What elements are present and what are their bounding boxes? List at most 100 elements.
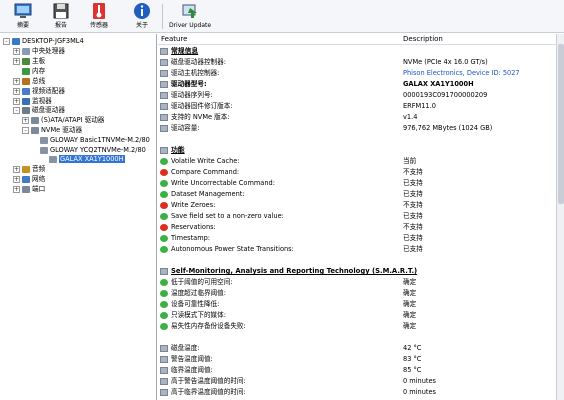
property-icon (160, 356, 168, 363)
feature-label: Timestamp: (171, 234, 211, 242)
tree-node-label: GLOWAY Basic1TNVMe-M.2/80 (50, 136, 150, 144)
tree-node[interactable]: + 总线 (13, 76, 45, 86)
feature-label: 高于警告温度阈值的时间: (171, 377, 246, 385)
section-header[interactable]: Self-Monitoring, Analysis and Reporting … (158, 266, 556, 277)
section-icon (160, 147, 168, 154)
detail-row[interactable]: Write Zeroes: 不支持 (158, 200, 556, 211)
detail-row[interactable]: Reservations: 不支持 (158, 222, 556, 233)
tree-node[interactable]: + 端口 (13, 184, 45, 194)
feature-label: Write Uncorrectable Command: (171, 179, 275, 187)
feature-label: 只读模式下的媒体: (171, 311, 226, 319)
cross-icon (160, 202, 168, 209)
tree-node[interactable]: + 音频 (13, 164, 45, 174)
detail-row[interactable]: 临界温度阈值: 85 °C (158, 365, 556, 376)
tree-node[interactable]: - NVMe 驱动器 (22, 125, 82, 135)
detail-row[interactable]: Volatile Write Cache: 当前 (158, 156, 556, 167)
feature-value: 确定 (403, 289, 417, 297)
feature-label: 驱动器型号: (171, 80, 207, 88)
detail-row[interactable]: 设备可靠性降低: 确定 (158, 299, 556, 310)
expander-icon[interactable]: + (13, 185, 20, 193)
expander-icon[interactable]: + (13, 57, 20, 65)
device-icon (31, 126, 39, 134)
detail-row[interactable]: 只读模式下的媒体: 确定 (158, 310, 556, 321)
tree-node-label: 监视器 (32, 97, 52, 105)
toolbar-button-2[interactable]: 传感器 (82, 1, 116, 32)
tree-node[interactable]: + (S)ATA/ATAPI 驱动器 (22, 115, 104, 125)
detail-row[interactable]: 驱动容量: 976,762 MBytes (1024 GB) (158, 123, 556, 134)
toolbar-button-label: 摘要 (16, 22, 29, 29)
property-icon (160, 345, 168, 352)
detail-row[interactable]: 温度超过临界阈值: 确定 (158, 288, 556, 299)
toolbar-button-label: 传感器 (89, 22, 108, 29)
detail-row[interactable]: 高于临界温度阈值的时间: 0 minutes (158, 387, 556, 398)
detail-row[interactable]: 磁盘驱动器控制器: NVMe (PCIe 4x 16.0 GT/s) (158, 57, 556, 68)
detail-row[interactable]: 易失性内存备份设备失败: 确定 (158, 321, 556, 332)
feature-value: 已支持 (403, 234, 423, 242)
feature-value: ERFM11.0 (403, 102, 436, 110)
toolbar-button-0[interactable]: 摘要 (6, 1, 40, 32)
check-icon (160, 246, 168, 253)
tree-node[interactable]: + 中央处理器 (13, 46, 65, 56)
detail-row[interactable]: 驱动器序列号: 0000193C091700000209 (158, 90, 556, 101)
tree-node[interactable]: - DESKTOP-JGF3ML4 (3, 36, 84, 46)
detail-row[interactable]: 磁盘温度: 42 °C (158, 343, 556, 354)
device-tree[interactable]: - DESKTOP-JGF3ML4 + 中央处理器 + 主板 内存 + 总线 + 视频适配器 + 监视器… (0, 34, 157, 400)
detail-row[interactable]: Dataset Management: 已支持 (158, 189, 556, 200)
expander-icon[interactable]: + (13, 165, 20, 173)
expander-icon[interactable]: - (13, 106, 20, 114)
tree-node-label: 端口 (32, 185, 46, 193)
tree-node-label: NVMe 驱动器 (41, 126, 83, 134)
cross-icon (160, 224, 168, 231)
detail-row[interactable]: Autonomous Power State Transitions: 已支持 (158, 244, 556, 255)
expander-icon[interactable]: + (13, 47, 20, 55)
expander-icon[interactable]: + (13, 175, 20, 183)
detail-row[interactable]: 驱动器型号: GALAX XA1Y1000H (158, 79, 556, 90)
feature-value: 确定 (403, 278, 417, 286)
section-header[interactable]: 功能 (158, 145, 556, 156)
tree-node[interactable]: + 网络 (13, 174, 45, 184)
toolbar-button-1[interactable]: 报告 (44, 1, 78, 32)
tree-node[interactable]: - 磁盘驱动器 (13, 105, 65, 115)
detail-row[interactable]: Timestamp: 已支持 (158, 233, 556, 244)
vertical-scrollbar[interactable] (556, 34, 564, 400)
detail-row[interactable]: 高于警告温度阈值的时间: 0 minutes (158, 376, 556, 387)
detail-row[interactable]: Write Uncorrectable Command: 已支持 (158, 178, 556, 189)
feature-label: 功能 (171, 146, 185, 154)
detail-row[interactable]: Save field set to a non-zero value: 已支持 (158, 211, 556, 222)
detail-row[interactable]: 驱动主机控制器: Phison Electronics, Device ID: 5… (158, 68, 556, 79)
section-header[interactable]: 常规信息 (158, 46, 556, 57)
tree-node[interactable]: + 视频适配器 (13, 86, 65, 96)
toolbar-button-4[interactable]: Driver Update (168, 1, 212, 32)
tree-node[interactable]: 内存 (13, 66, 45, 76)
check-icon (160, 235, 168, 242)
scrollbar-thumb[interactable] (558, 44, 564, 204)
column-header-feature[interactable]: Feature (161, 35, 187, 43)
expander-icon[interactable]: + (13, 77, 20, 85)
tree-node-label: DESKTOP-JGF3ML4 (22, 37, 84, 45)
expander-icon[interactable]: + (13, 87, 20, 95)
feature-label: Reservations: (171, 223, 216, 231)
tree-node[interactable]: GALAX XA1Y1000H (40, 154, 125, 164)
check-icon (160, 312, 168, 319)
detail-row[interactable]: 警告温度阈值: 83 °C (158, 354, 556, 365)
feature-label: Save field set to a non-zero value: (171, 212, 284, 220)
detail-row[interactable]: 驱动器固件修订版本: ERFM11.0 (158, 101, 556, 112)
feature-label: 高于临界温度阈值的时间: (171, 388, 246, 396)
feature-label: Volatile Write Cache: (171, 157, 240, 165)
feature-value: 42 °C (403, 344, 422, 352)
expander-icon[interactable]: + (13, 97, 20, 105)
feature-value: 已支持 (403, 212, 423, 220)
property-icon (160, 103, 168, 110)
tree-node[interactable]: GLOWAY Basic1TNVMe-M.2/80 (31, 135, 150, 145)
detail-row[interactable]: Compare Command: 不支持 (158, 167, 556, 178)
toolbar-button-3[interactable]: 关于 (125, 1, 159, 32)
expander-icon[interactable]: + (22, 116, 29, 124)
feature-label: 磁盘温度: (171, 344, 200, 352)
device-icon (22, 77, 30, 85)
expander-icon[interactable]: - (22, 126, 29, 134)
detail-row[interactable]: 支持的 NVMe 版本: v1.4 (158, 112, 556, 123)
column-header-description[interactable]: Description (403, 35, 443, 43)
tree-node[interactable]: + 主板 (13, 56, 45, 66)
expander-icon[interactable]: - (3, 37, 10, 45)
detail-row[interactable]: 低于阈值的可用空间: 确定 (158, 277, 556, 288)
